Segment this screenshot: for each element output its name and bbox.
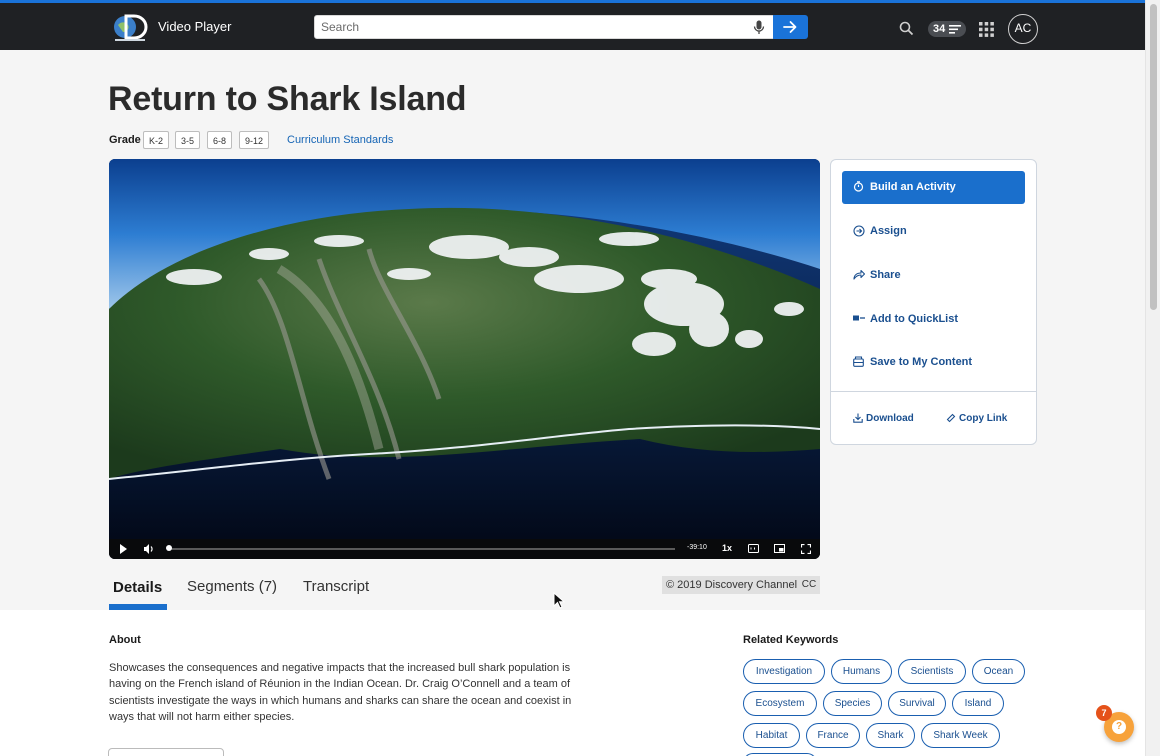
related-keywords-heading: Related Keywords xyxy=(743,634,839,646)
tab-segments[interactable]: Segments (7) xyxy=(187,578,277,595)
search-submit-button[interactable] xyxy=(773,15,808,39)
video-progress-track[interactable] xyxy=(167,548,675,550)
share-button[interactable]: Share xyxy=(842,259,1025,292)
playback-speed-button[interactable]: 1x xyxy=(722,543,732,553)
grade-label: Grade xyxy=(109,134,141,146)
copy-link-label: Copy Link xyxy=(959,413,1008,424)
user-avatar[interactable]: AC xyxy=(1008,14,1038,44)
grade-chip-3-5[interactable]: 3-5 xyxy=(175,131,201,149)
video-controls-bar: -39:10 1x xyxy=(109,539,820,559)
page-title: Return to Shark Island xyxy=(108,80,467,118)
keyword-chip-humans[interactable]: Humans xyxy=(831,659,892,684)
keyword-chip-investigation[interactable]: Investigation xyxy=(743,659,825,684)
quicklist-icon xyxy=(853,315,865,321)
list-icon xyxy=(949,25,961,34)
grade-chip-9-12[interactable]: 9-12 xyxy=(239,131,270,149)
points-count: 34 xyxy=(933,23,946,35)
discovery-education-logo[interactable] xyxy=(112,13,148,43)
copy-link-button[interactable]: Copy Link xyxy=(946,413,1008,424)
save-to-my-content-button[interactable]: Save to My Content xyxy=(842,346,1025,379)
arrow-right-icon xyxy=(783,21,797,33)
video-progress-handle[interactable] xyxy=(166,545,172,551)
volume-icon[interactable] xyxy=(143,543,155,555)
keyword-chip-habitat[interactable]: Habitat xyxy=(743,723,800,748)
tab-transcript[interactable]: Transcript xyxy=(303,578,369,595)
page-scrollbar[interactable] xyxy=(1145,0,1160,756)
build-activity-label: Build an Activity xyxy=(870,181,956,193)
keyword-chip-ecosystem[interactable]: Ecosystem xyxy=(743,691,817,716)
keyword-chip-france[interactable]: France xyxy=(806,723,860,748)
mouse-cursor-icon xyxy=(553,592,565,609)
grade-chip-k-2[interactable]: K-2 xyxy=(143,131,170,149)
action-panel: Build an Activity Assign Share Add to Qu… xyxy=(830,159,1037,445)
keyword-chip-shark[interactable]: Shark xyxy=(866,723,915,748)
top-navigation-bar: Video Player 34 AC xyxy=(0,0,1145,50)
app-title: Video Player xyxy=(158,19,232,34)
add-to-quicklist-label: Add to QuickList xyxy=(870,313,958,325)
keyword-chip-shark-week[interactable]: Shark Week xyxy=(921,723,1000,748)
details-section: About Showcases the consequences and neg… xyxy=(0,610,1145,756)
panel-divider xyxy=(831,391,1036,392)
share-label: Share xyxy=(870,269,901,281)
stopwatch-icon xyxy=(853,181,864,192)
microphone-icon[interactable] xyxy=(753,20,765,35)
link-icon xyxy=(946,413,956,423)
share-icon xyxy=(853,269,865,280)
time-remaining: -39:10 xyxy=(687,544,707,551)
scrollbar-thumb[interactable] xyxy=(1150,4,1157,310)
about-heading: About xyxy=(109,634,141,646)
question-mark-icon: ? xyxy=(1112,720,1126,734)
apps-grid-icon[interactable] xyxy=(979,22,994,37)
keyword-chip-island[interactable]: Island xyxy=(952,691,1004,716)
keyword-chip-scientists[interactable]: Scientists xyxy=(898,659,966,684)
grade-chip-6-8[interactable]: 6-8 xyxy=(207,131,233,149)
keyword-chip-ocean[interactable]: Ocean xyxy=(972,659,1025,684)
picture-in-picture-icon[interactable] xyxy=(774,544,785,553)
assign-button[interactable]: Assign xyxy=(842,215,1025,248)
build-activity-button[interactable]: Build an Activity xyxy=(842,171,1025,204)
help-notification-badge: 7 xyxy=(1096,705,1112,721)
more-details-button[interactable] xyxy=(108,748,224,756)
search-box xyxy=(314,15,774,39)
tab-details[interactable]: Details xyxy=(113,579,162,596)
about-description: Showcases the consequences and negative … xyxy=(109,662,572,723)
points-badge[interactable]: 34 xyxy=(928,21,966,37)
add-to-quicklist-button[interactable]: Add to QuickList xyxy=(842,303,1025,336)
save-to-my-content-label: Save to My Content xyxy=(870,356,973,368)
search-input[interactable] xyxy=(315,16,735,38)
download-icon xyxy=(853,413,863,423)
assign-arrow-icon xyxy=(853,225,865,237)
video-player[interactable]: -39:10 1x xyxy=(109,159,820,559)
keyword-chip-species[interactable]: Species xyxy=(823,691,882,716)
closed-captions-icon[interactable] xyxy=(748,544,759,553)
keyword-chip-survival[interactable]: Survival xyxy=(888,691,946,716)
assign-label: Assign xyxy=(870,225,907,237)
save-icon xyxy=(853,356,864,367)
fullscreen-icon[interactable] xyxy=(801,544,811,554)
cc-badge: CC xyxy=(798,576,820,594)
curriculum-standards-link[interactable]: Curriculum Standards xyxy=(287,134,393,146)
video-frame-image xyxy=(109,159,820,559)
play-icon[interactable] xyxy=(119,543,129,555)
search-icon[interactable] xyxy=(899,21,914,36)
copyright-badge: © 2019 Discovery Channel xyxy=(662,576,802,594)
download-button[interactable]: Download xyxy=(853,413,914,424)
download-label: Download xyxy=(866,413,914,424)
